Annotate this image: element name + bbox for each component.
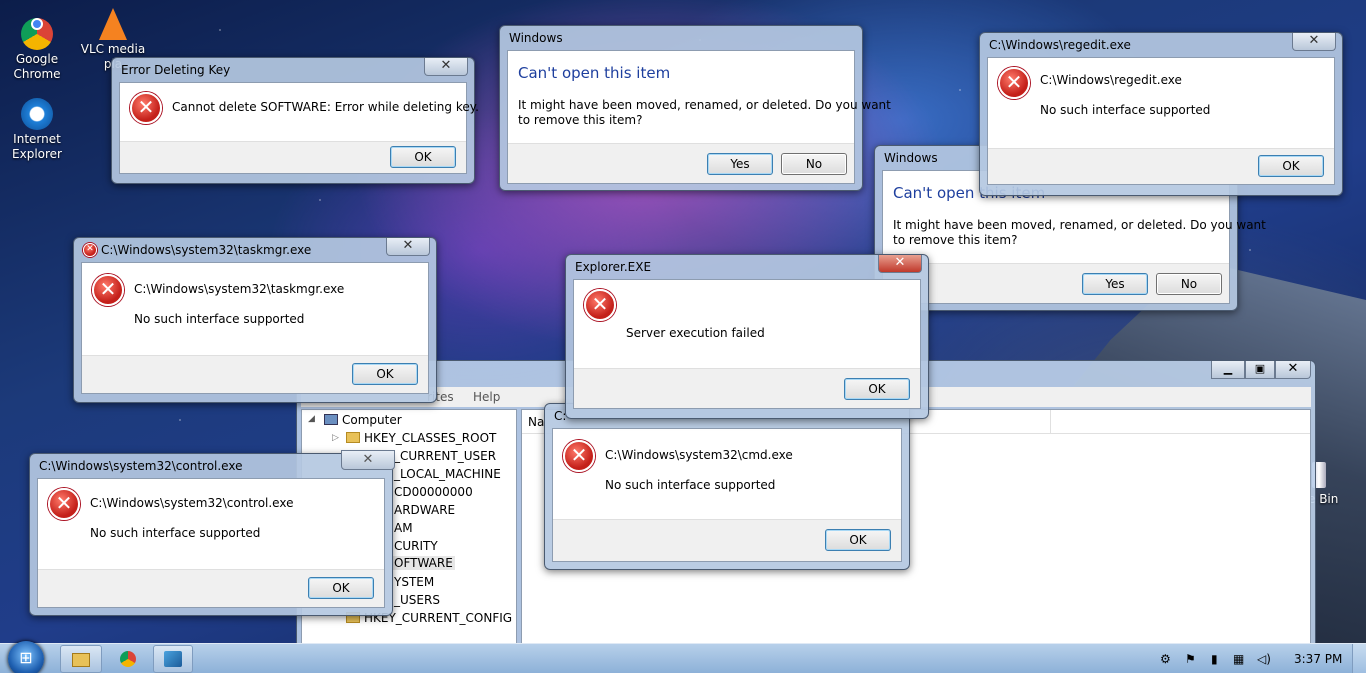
- error-icon: ✕: [584, 289, 616, 321]
- control-error-dialog: C:\Windows\system32\control.exe ✕ C:\Win…: [29, 453, 393, 616]
- desktop-icon-label: Google Chrome: [13, 52, 61, 81]
- network-tray-icon[interactable]: ⚙: [1160, 652, 1171, 666]
- dialog-title: Error Deleting Key: [121, 63, 231, 77]
- dialog-title: Explorer.EXE: [575, 260, 652, 274]
- dialog-title: C:\Windows\system32\control.exe: [39, 459, 243, 473]
- dialog-message-line: It might have been moved, renamed, or de…: [518, 98, 891, 112]
- ok-button[interactable]: OK: [1258, 155, 1324, 177]
- error-path: C:\Windows\system32\taskmgr.exe: [134, 282, 345, 296]
- clock[interactable]: 3:37 PM: [1294, 652, 1342, 666]
- desktop-icon-chrome[interactable]: Google Chrome: [4, 8, 70, 82]
- error-icon: ✕: [92, 274, 124, 306]
- battery-icon[interactable]: ▮: [1211, 652, 1218, 666]
- tree-node[interactable]: YSTEM: [394, 575, 434, 589]
- error-deleting-key-dialog: Error Deleting Key ✕ ✕ Cannot delete SOF…: [111, 57, 479, 184]
- computer-icon: [324, 414, 338, 425]
- error-message: No such interface supported: [90, 526, 261, 540]
- tree-node[interactable]: _USERS: [394, 593, 440, 607]
- dialog-heading: Can't open this item: [518, 64, 671, 82]
- tree-node-computer[interactable]: Computer: [324, 413, 402, 427]
- tree-node-selected[interactable]: OFTWARE: [392, 556, 455, 570]
- close-icon[interactable]: ✕: [1275, 361, 1311, 379]
- yes-button[interactable]: Yes: [707, 153, 773, 175]
- folder-icon: [346, 432, 360, 443]
- no-button[interactable]: No: [781, 153, 847, 175]
- dialog-title: Windows: [509, 31, 563, 45]
- tree-node[interactable]: ARDWARE: [394, 503, 455, 517]
- column-name-header[interactable]: Na: [528, 415, 544, 429]
- error-message: No such interface supported: [605, 478, 776, 492]
- tree-node[interactable]: AM: [394, 521, 413, 535]
- error-icon: ✕: [563, 440, 595, 472]
- error-path: C:\Windows\system32\control.exe: [90, 496, 294, 510]
- no-button[interactable]: No: [1156, 273, 1222, 295]
- close-icon[interactable]: ✕: [386, 238, 430, 256]
- desktop-icon-ie[interactable]: Internet Explorer: [4, 98, 70, 162]
- start-button[interactable]: ⊞: [8, 641, 44, 673]
- minimize-button[interactable]: ▁: [1211, 361, 1245, 379]
- cmd-error-dialog: C: ✕ C:\Windows\system32\cmd.exe No such…: [544, 403, 910, 570]
- regedit-icon: [164, 651, 182, 667]
- close-icon[interactable]: ✕: [878, 255, 922, 273]
- tree-node[interactable]: _LOCAL_MACHINE: [394, 467, 501, 481]
- cant-open-item-dialog: Windows Can't open this item It might ha…: [499, 25, 891, 191]
- taskbar: ⊞ ⚙ ⚑ ▮ ▦ ◁) 3:37 PM: [0, 641, 1366, 673]
- explorer-error-dialog: Explorer.EXE ✕ ✕ Server execution failed…: [565, 254, 929, 419]
- error-message: No such interface supported: [1040, 103, 1211, 117]
- folder-icon: [72, 653, 90, 667]
- ok-button[interactable]: OK: [825, 529, 891, 551]
- tree-node[interactable]: CD00000000: [394, 485, 473, 499]
- maximize-button[interactable]: ▣: [1245, 361, 1275, 379]
- dialog-message-line: to remove this item?: [893, 233, 1018, 247]
- ok-button[interactable]: OK: [352, 363, 418, 385]
- dialog-message-line: It might have been moved, renamed, or de…: [893, 218, 1266, 232]
- network-icon[interactable]: ▦: [1233, 652, 1244, 666]
- collapse-arrow-icon[interactable]: ◢: [308, 414, 315, 424]
- tree-node[interactable]: HKEY_CLASSES_ROOT: [346, 431, 496, 445]
- expand-arrow-icon[interactable]: ▷: [332, 433, 339, 443]
- ok-button[interactable]: OK: [308, 577, 374, 599]
- error-path: C:\Windows\system32\cmd.exe: [605, 448, 793, 462]
- error-icon: ✕: [83, 243, 97, 257]
- close-icon[interactable]: ✕: [424, 58, 468, 76]
- error-message: No such interface supported: [134, 312, 305, 326]
- error-icon: ✕: [130, 92, 162, 124]
- tree-node[interactable]: CURITY: [394, 539, 438, 553]
- ok-button[interactable]: OK: [390, 146, 456, 168]
- error-icon: ✕: [998, 67, 1030, 99]
- volume-icon[interactable]: ◁): [1257, 652, 1271, 666]
- taskbar-explorer-button[interactable]: [60, 645, 102, 673]
- dialog-message-line: to remove this item?: [518, 113, 643, 127]
- error-path: C:\Windows\regedit.exe: [1040, 73, 1182, 87]
- yes-button[interactable]: Yes: [1082, 273, 1148, 295]
- vlc-icon: [99, 8, 127, 40]
- desktop-icon-recycle-bin[interactable]: e Bin: [1308, 462, 1366, 507]
- chrome-icon: [21, 18, 53, 50]
- menu-help[interactable]: Help: [473, 387, 500, 407]
- tree-node[interactable]: _CURRENT_USER: [394, 449, 496, 463]
- error-message: Cannot delete SOFTWARE: Error while dele…: [172, 100, 479, 114]
- error-message: Server execution failed: [626, 326, 765, 340]
- internet-explorer-icon: [21, 98, 53, 130]
- show-desktop-button[interactable]: [1352, 644, 1366, 673]
- close-icon[interactable]: ✕: [341, 450, 395, 470]
- taskbar-regedit-button[interactable]: [153, 645, 193, 673]
- ok-button[interactable]: OK: [844, 378, 910, 400]
- taskbar-chrome-button[interactable]: [108, 645, 148, 673]
- dialog-title: C:\Windows\regedit.exe: [989, 38, 1131, 52]
- taskmgr-error-dialog: ✕ C:\Windows\system32\taskmgr.exe ✕ ✕ C:…: [73, 237, 437, 403]
- dialog-title-bar: ✕ C:\Windows\system32\taskmgr.exe: [81, 238, 429, 262]
- windows-logo-icon: ⊞: [19, 648, 33, 667]
- regedit-error-dialog: C:\Windows\regedit.exe ✕ ✕ C:\Windows\re…: [979, 32, 1343, 196]
- close-icon[interactable]: ✕: [1292, 33, 1336, 51]
- desktop-icon-label: Internet Explorer: [12, 132, 62, 161]
- error-icon: ✕: [48, 488, 80, 520]
- chrome-icon: [120, 651, 136, 667]
- flag-icon[interactable]: ⚑: [1185, 652, 1196, 666]
- dialog-title: C:\Windows\system32\taskmgr.exe: [101, 243, 312, 257]
